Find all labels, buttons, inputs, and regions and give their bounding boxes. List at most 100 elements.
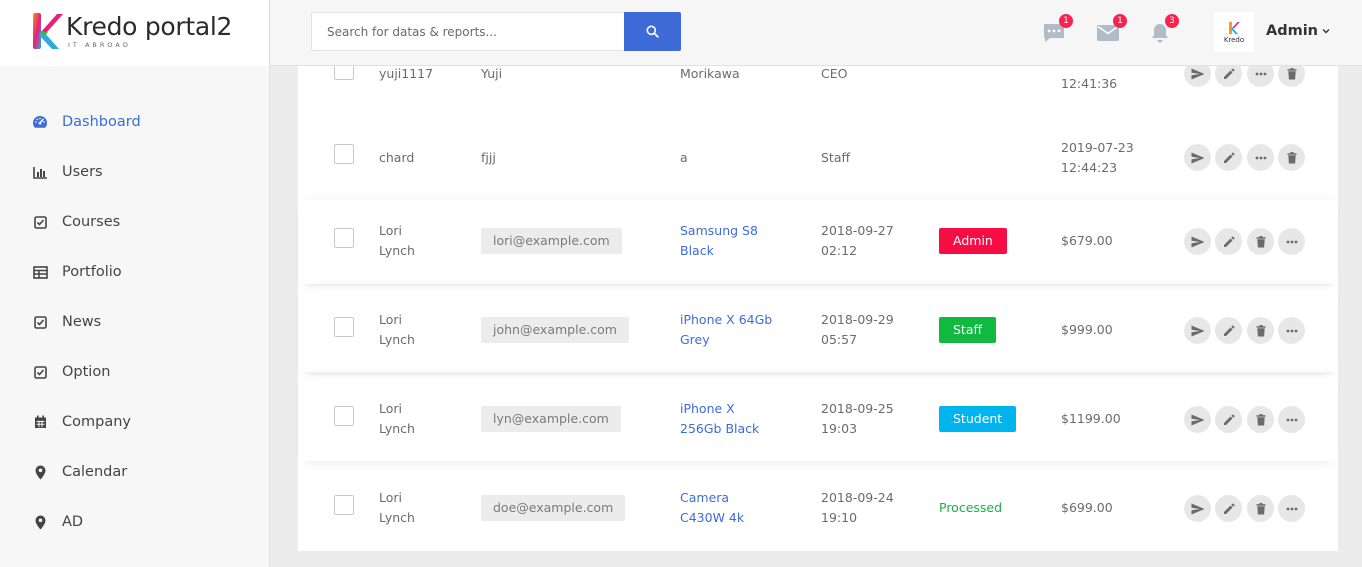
delete-button[interactable] [1247, 495, 1274, 522]
search-icon [646, 25, 659, 38]
sidebar-item-news[interactable]: News [32, 312, 101, 332]
user-menu[interactable]: Admin [1266, 23, 1330, 39]
notifications-button[interactable]: 3 [1147, 14, 1179, 46]
table-row: Lori Lynch john@example.com iPhone X 64G… [298, 286, 1338, 372]
last-name-cell: Morikawa [680, 66, 740, 81]
role-cell: CEO [821, 66, 848, 81]
send-button[interactable] [1184, 317, 1211, 344]
first-name-cell: Lori [379, 401, 403, 416]
row-checkbox[interactable] [334, 495, 354, 515]
edit-button[interactable] [1215, 495, 1242, 522]
sidebar-item-label: AD [62, 514, 84, 530]
table-row: Lori Lynch doe@example.com Camera C430W … [298, 464, 1338, 550]
mail-button[interactable]: 1 [1095, 14, 1127, 46]
product-link-line2[interactable]: C430W 4k [680, 508, 744, 528]
row-checkbox[interactable] [334, 406, 354, 426]
logo-area: Kredo portal2 IT ABROAD [0, 0, 270, 66]
sidebar-item-label: Option [62, 364, 111, 380]
email-chip: john@example.com [481, 317, 629, 343]
last-name-cell: Lynch [379, 243, 415, 258]
sidebar-item-label: Company [62, 414, 131, 430]
sidebar-item-label: Courses [62, 214, 121, 230]
users-table: yuji1117 Yuji Morikawa CEO 2019-07-23 12… [298, 46, 1338, 551]
row-checkbox[interactable] [334, 228, 354, 248]
time-cell: 02:12 [821, 243, 858, 258]
product-link-line2[interactable]: Black [680, 241, 714, 261]
product-link-line2[interactable]: 256Gb Black [680, 419, 759, 439]
edit-button[interactable] [1215, 317, 1242, 344]
sidebar-item-users[interactable]: Users [32, 162, 103, 182]
last-name-cell: Lynch [379, 421, 415, 436]
row-checkbox[interactable] [334, 317, 354, 337]
status-text: Processed [939, 500, 1003, 515]
sidebar-item-label: Dashboard [62, 114, 141, 130]
chat-badge: 1 [1059, 14, 1073, 28]
edit-button[interactable] [1215, 406, 1242, 433]
user-menu-label: Admin [1266, 23, 1319, 39]
more-button[interactable] [1278, 495, 1305, 522]
bar-chart-icon [32, 164, 48, 180]
first-name-cell: Lori [379, 490, 403, 505]
product-link[interactable]: Camera [680, 488, 729, 508]
sidebar-item-ad[interactable]: AD [32, 512, 83, 532]
status-badge: Student [939, 406, 1017, 432]
username-cell: chard [379, 150, 415, 165]
time-cell: 12:41:36 [1061, 76, 1118, 91]
send-button[interactable] [1184, 144, 1211, 171]
last-name-cell: Lynch [379, 510, 415, 525]
table-row: Lori Lynch lyn@example.com iPhone X 256G… [298, 375, 1338, 461]
chevron-down-icon [1322, 29, 1330, 34]
time-cell: 05:57 [821, 332, 858, 347]
brand-logo[interactable]: Kredo portal2 IT ABROAD [30, 10, 238, 52]
product-link[interactable]: Samsung S8 [680, 221, 758, 241]
more-button[interactable] [1278, 317, 1305, 344]
speedometer-icon [32, 114, 48, 130]
sidebar-item-label: Users [62, 164, 103, 180]
email-chip: lyn@example.com [481, 406, 621, 432]
sidebar-item-label: News [62, 314, 102, 330]
product-link-line2[interactable]: Grey [680, 330, 710, 350]
delete-button[interactable] [1278, 144, 1305, 171]
calendar-icon [32, 414, 48, 430]
search-input[interactable] [311, 12, 624, 51]
search-button[interactable] [624, 12, 681, 51]
delete-button[interactable] [1247, 228, 1274, 255]
status-badge: Admin [939, 228, 1007, 254]
row-checkbox[interactable] [334, 144, 354, 164]
sidebar-item-label: Calendar [62, 464, 128, 480]
more-button[interactable] [1247, 144, 1274, 171]
edit-button[interactable] [1215, 228, 1242, 255]
checkbox-icon [32, 214, 48, 230]
date-cell: 2018-09-29 [821, 312, 894, 327]
table-row: chard fjjj a Staff 2019-07-23 12:44:23 [298, 116, 1338, 200]
delete-button[interactable] [1247, 406, 1274, 433]
more-button[interactable] [1278, 406, 1305, 433]
sidebar-item-calendar[interactable]: Calendar [32, 462, 127, 482]
product-link[interactable]: iPhone X 64Gb [680, 310, 772, 330]
time-cell: 12:44:23 [1061, 160, 1118, 175]
product-link[interactable]: iPhone X [680, 399, 735, 419]
sidebar-item-company[interactable]: Company [32, 412, 131, 432]
last-name-cell: a [680, 150, 688, 165]
sidebar-item-option[interactable]: Option [32, 362, 110, 382]
price-cell: $679.00 [1061, 233, 1113, 248]
chat-button[interactable]: 1 [1041, 14, 1073, 46]
sidebar-item-courses[interactable]: Courses [32, 212, 120, 232]
sidebar-item-portfolio[interactable]: Portfolio [32, 262, 122, 282]
first-name-cell: fjjj [481, 150, 496, 165]
edit-button[interactable] [1215, 144, 1242, 171]
date-cell: 2018-09-24 [821, 490, 894, 505]
role-cell: Staff [821, 150, 851, 165]
avatar[interactable]: Kredo [1214, 12, 1254, 52]
delete-button[interactable] [1247, 317, 1274, 344]
send-button[interactable] [1184, 228, 1211, 255]
email-chip: lori@example.com [481, 228, 622, 254]
avatar-label: Kredo [1223, 35, 1245, 44]
sidebar-item-dashboard[interactable]: Dashboard [32, 112, 141, 132]
send-button[interactable] [1184, 495, 1211, 522]
more-button[interactable] [1278, 228, 1305, 255]
price-cell: $999.00 [1061, 322, 1113, 337]
send-button[interactable] [1184, 406, 1211, 433]
price-cell: $699.00 [1061, 500, 1113, 515]
status-badge: Staff [939, 317, 997, 343]
